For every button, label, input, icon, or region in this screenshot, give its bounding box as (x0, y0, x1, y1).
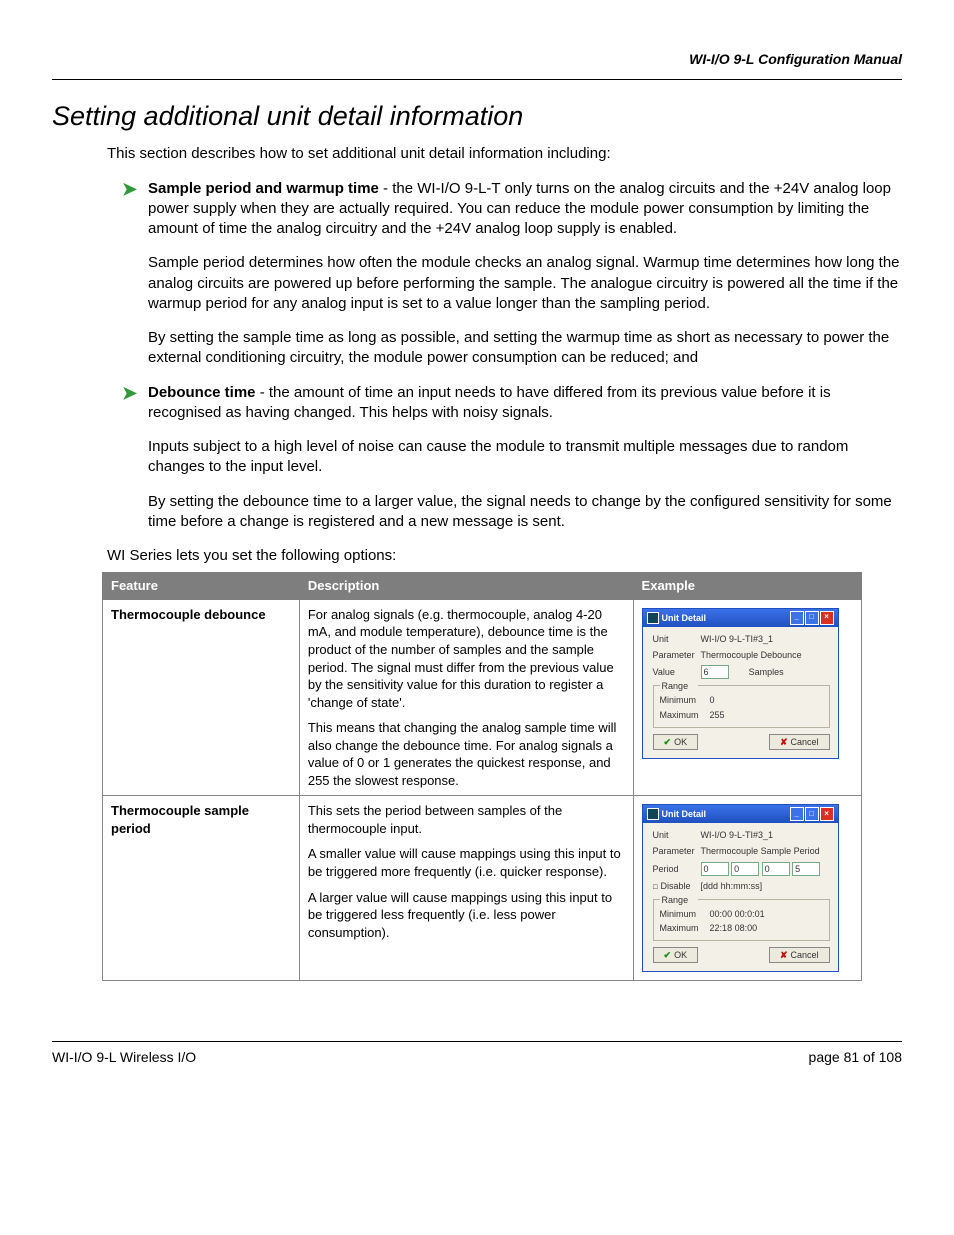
minimize-icon[interactable]: _ (790, 611, 804, 625)
th-feature: Feature (103, 573, 300, 600)
desc-para: For analog signals (e.g. thermocouple, a… (308, 606, 625, 711)
cancel-label: Cancel (791, 949, 819, 961)
intro-text: This section describes how to set additi… (107, 144, 902, 164)
table-row: Thermocouple debounce For analog signals… (103, 599, 862, 795)
minimize-icon[interactable]: _ (790, 807, 804, 821)
unit-detail-dialog: Unit Detail _ □ × Unit WI-I/O 9-L- (642, 608, 839, 759)
app-icon (647, 612, 659, 624)
min-value: 0 (710, 694, 715, 706)
page-title: Setting additional unit detail informati… (52, 98, 902, 134)
parameter-label: Parameter (653, 649, 701, 661)
bullet2-p2: Inputs subject to a high level of noise … (148, 437, 902, 478)
bullet2-p3: By setting the debounce time to a larger… (148, 492, 902, 533)
bullet1-text: Sample period and warmup time - the WI-I… (148, 179, 902, 240)
ok-button[interactable]: ✔OK (653, 947, 699, 963)
min-label: Minimum (660, 694, 710, 706)
ok-label: OK (674, 949, 687, 961)
value-input[interactable]: 6 (701, 665, 729, 679)
x-icon: ✘ (780, 949, 788, 961)
period-h-input[interactable]: 0 (731, 862, 759, 876)
check-icon: ✔ (664, 736, 672, 748)
bullet1-p2: Sample period determines how often the m… (148, 253, 902, 314)
close-icon[interactable]: × (820, 611, 834, 625)
dialog-title: Unit Detail (662, 612, 707, 624)
desc-para: This means that changing the analog samp… (308, 719, 625, 789)
cancel-button[interactable]: ✘Cancel (769, 734, 830, 750)
bullet-arrow-icon: ➤ (122, 179, 148, 240)
page-footer: WI-I/O 9-L Wireless I/O page 81 of 108 (52, 1041, 902, 1067)
min-value: 00:00 00:0:01 (710, 908, 765, 920)
bullet1-p3: By setting the sample time as long as po… (148, 328, 902, 369)
parameter-value: Thermocouple Sample Period (701, 845, 830, 857)
header-rule (52, 79, 902, 80)
bullet1-lead: Sample period and warmup time (148, 180, 379, 197)
th-description: Description (299, 573, 633, 600)
max-value: 22:18 08:00 (710, 922, 758, 934)
feature-example: Unit Detail _ □ × Unit WI-I/O 9-L- (633, 599, 861, 795)
feature-name: Thermocouple sample period (103, 796, 300, 981)
feature-description: This sets the period between samples of … (299, 796, 633, 981)
range-fieldset: Range Minimum0 Maximum255 (653, 685, 830, 727)
ok-label: OK (674, 736, 687, 748)
period-d-input[interactable]: 0 (701, 862, 729, 876)
range-fieldset: Range Minimum00:00 00:0:01 Maximum22:18 … (653, 899, 830, 941)
range-legend: Range (660, 680, 698, 692)
feature-example: Unit Detail _ □ × Unit WI-I/O 9-L- (633, 796, 861, 981)
unit-detail-dialog: Unit Detail _ □ × Unit WI-I/O 9-L- (642, 804, 839, 972)
cancel-label: Cancel (791, 736, 819, 748)
max-label: Maximum (660, 709, 710, 721)
parameter-label: Parameter (653, 845, 701, 857)
dialog-titlebar: Unit Detail _ □ × (643, 805, 838, 823)
feature-description: For analog signals (e.g. thermocouple, a… (299, 599, 633, 795)
th-example: Example (633, 573, 861, 600)
range-legend: Range (660, 894, 698, 906)
footer-right: page 81 of 108 (809, 1048, 902, 1067)
desc-para: This sets the period between samples of … (308, 802, 625, 837)
dialog-title: Unit Detail (662, 808, 707, 820)
options-table: Feature Description Example Thermocouple… (102, 572, 862, 981)
options-line: WI Series lets you set the following opt… (107, 546, 902, 566)
bullet2-lead: Debounce time (148, 384, 256, 401)
max-label: Maximum (660, 922, 710, 934)
close-icon[interactable]: × (820, 807, 834, 821)
header-manual-title: WI-I/O 9-L Configuration Manual (52, 50, 902, 69)
table-header-row: Feature Description Example (103, 573, 862, 600)
unit-value: WI-I/O 9-L-TI#3_1 (701, 633, 830, 645)
period-label: Period (653, 863, 701, 875)
unit-label: Unit (653, 633, 701, 645)
maximize-icon[interactable]: □ (805, 611, 819, 625)
cancel-button[interactable]: ✘Cancel (769, 947, 830, 963)
desc-para: A smaller value will cause mappings usin… (308, 845, 625, 880)
unit-label: Unit (653, 829, 701, 841)
ok-button[interactable]: ✔OK (653, 734, 699, 750)
bullet2-text: Debounce time - the amount of time an in… (148, 383, 902, 424)
period-m-input[interactable]: 0 (762, 862, 790, 876)
parameter-value: Thermocouple Debounce (701, 649, 830, 661)
min-label: Minimum (660, 908, 710, 920)
bullet-arrow-icon: ➤ (122, 383, 148, 424)
dialog-titlebar: Unit Detail _ □ × (643, 609, 838, 627)
disable-checkbox[interactable]: ☐ (653, 882, 658, 892)
app-icon (647, 808, 659, 820)
feature-name: Thermocouple debounce (103, 599, 300, 795)
period-s-input[interactable]: 5 (792, 862, 820, 876)
table-row: Thermocouple sample period This sets the… (103, 796, 862, 981)
check-icon: ✔ (664, 949, 672, 961)
value-label: Value (653, 666, 701, 678)
disable-label: Disable (660, 881, 690, 891)
max-value: 255 (710, 709, 725, 721)
maximize-icon[interactable]: □ (805, 807, 819, 821)
x-icon: ✘ (780, 736, 788, 748)
desc-para: A larger value will cause mappings using… (308, 889, 625, 942)
footer-left: WI-I/O 9-L Wireless I/O (52, 1048, 196, 1067)
unit-value: WI-I/O 9-L-TI#3_1 (701, 829, 830, 841)
format-hint: [ddd hh:mm:ss] (701, 880, 830, 892)
value-suffix: Samples (749, 667, 784, 677)
